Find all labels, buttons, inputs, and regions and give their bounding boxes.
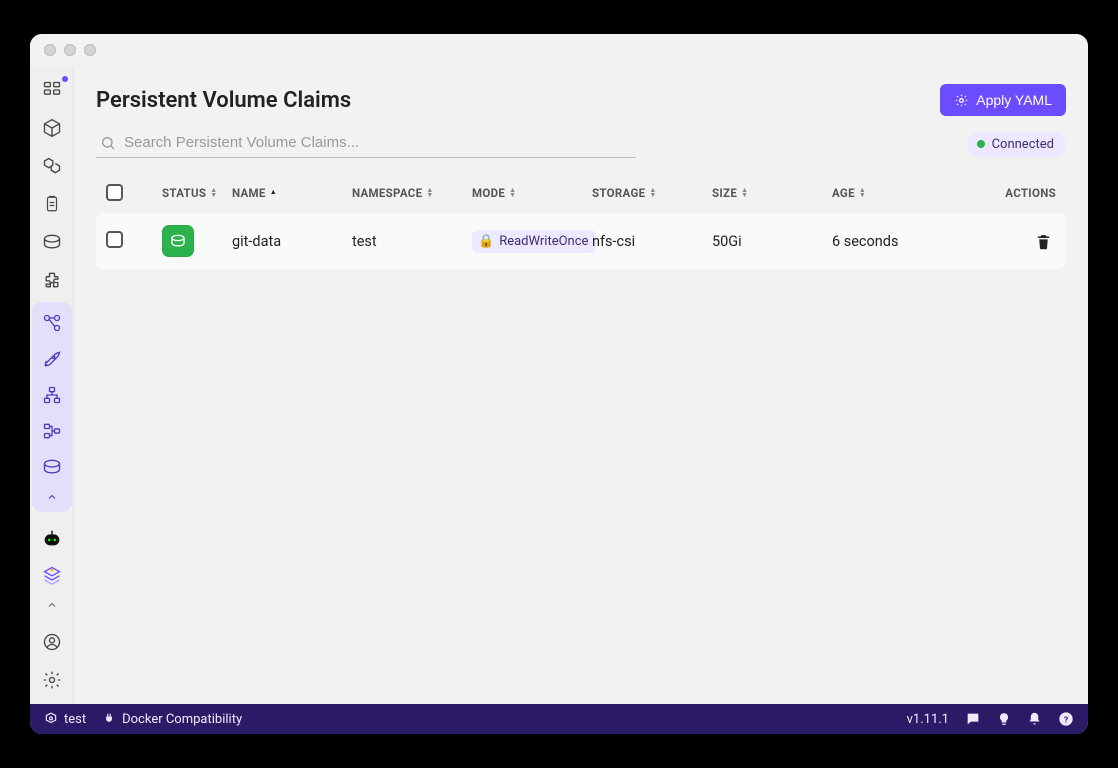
pvc-table: STATUS ▲▼ NAME ▲ NAMESPACE ▲▼ MODE ▲▼ <box>96 176 1066 269</box>
row-name: git-data <box>232 233 352 250</box>
page-header: Persistent Volume Claims Apply YAML <box>96 84 1066 116</box>
mode-badge: 🔒 ReadWriteOnce <box>472 230 596 253</box>
clipboard-icon[interactable] <box>34 186 70 222</box>
row-status <box>162 225 232 257</box>
sort-icon: ▲▼ <box>210 188 217 198</box>
col-mode[interactable]: MODE ▲▼ <box>472 186 592 200</box>
sort-icon: ▲▼ <box>741 188 748 198</box>
delete-button[interactable] <box>1031 229 1056 254</box>
search-field[interactable] <box>96 130 636 158</box>
col-name[interactable]: NAME ▲ <box>232 186 352 200</box>
trash-icon <box>1035 233 1052 250</box>
row-namespace: test <box>352 233 472 250</box>
row-size: 50Gi <box>712 233 832 250</box>
sort-icon: ▲▼ <box>859 188 866 198</box>
sort-asc-icon: ▲ <box>270 190 277 195</box>
app-body: Persistent Volume Claims Apply YAML Conn… <box>30 66 1088 704</box>
cube-icon[interactable] <box>34 110 70 146</box>
app-window: Persistent Volume Claims Apply YAML Conn… <box>30 34 1088 734</box>
window-minimize-icon[interactable] <box>64 44 76 56</box>
status-bound-icon <box>162 225 194 257</box>
chat-icon[interactable] <box>965 711 981 727</box>
dashboard-icon[interactable] <box>34 72 70 108</box>
col-storage[interactable]: STORAGE ▲▼ <box>592 186 712 200</box>
apply-yaml-button[interactable]: Apply YAML <box>940 84 1066 116</box>
row-age: 6 seconds <box>832 233 976 250</box>
window-zoom-icon[interactable] <box>84 44 96 56</box>
lightbulb-icon[interactable] <box>997 711 1011 727</box>
account-icon[interactable] <box>34 624 70 660</box>
col-namespace[interactable]: NAMESPACE ▲▼ <box>352 186 472 200</box>
kubernetes-icon <box>44 712 58 726</box>
row-actions <box>976 229 1056 254</box>
sidebar <box>30 66 74 704</box>
docker-compat-label: Docker Compatibility <box>122 712 242 727</box>
connection-status-label: Connected <box>992 137 1054 152</box>
sort-icon: ▲▼ <box>509 188 516 198</box>
sort-icon: ▲▼ <box>426 188 433 198</box>
row-select <box>106 231 162 252</box>
search-input[interactable] <box>124 134 632 151</box>
nodes-icon[interactable] <box>34 378 70 412</box>
storage-icon[interactable] <box>34 450 70 484</box>
main-content: Persistent Volume Claims Apply YAML Conn… <box>74 66 1088 704</box>
context-indicator[interactable]: test <box>44 712 86 727</box>
toolbar: Connected <box>96 130 1066 158</box>
col-actions: ACTIONS <box>976 186 1056 200</box>
select-all-header <box>106 184 162 201</box>
gear-small-icon <box>954 93 969 108</box>
col-status[interactable]: STATUS ▲▼ <box>162 186 232 200</box>
col-size[interactable]: SIZE ▲▼ <box>712 186 832 200</box>
plug-icon <box>102 712 116 726</box>
statusbar: test Docker Compatibility v1.11.1 ? <box>30 704 1088 734</box>
window-close-icon[interactable] <box>44 44 56 56</box>
apply-yaml-label: Apply YAML <box>976 92 1052 108</box>
lock-icon: 🔒 <box>478 234 494 249</box>
titlebar <box>30 34 1088 66</box>
collapse-group-icon[interactable] <box>32 486 72 508</box>
version-label: v1.11.1 <box>907 712 949 727</box>
col-age[interactable]: AGE ▲▼ <box>832 186 976 200</box>
row-mode: 🔒 ReadWriteOnce <box>472 230 592 253</box>
disk-icon[interactable] <box>34 224 70 260</box>
rocket-icon[interactable] <box>34 342 70 376</box>
sidebar-group-networking <box>32 302 72 512</box>
collapse-group-icon[interactable] <box>32 594 72 616</box>
network-icon[interactable] <box>34 306 70 340</box>
row-storage: nfs-csi <box>592 233 712 250</box>
sort-icon: ▲▼ <box>649 188 656 198</box>
help-icon[interactable]: ? <box>1058 711 1074 727</box>
bell-icon[interactable] <box>1027 711 1042 727</box>
table-header: STATUS ▲▼ NAME ▲ NAMESPACE ▲▼ MODE ▲▼ <box>96 176 1066 209</box>
robot-icon[interactable] <box>34 522 70 556</box>
table-row[interactable]: git-data test 🔒 ReadWriteOnce nfs-csi 50… <box>96 213 1066 269</box>
containers-icon[interactable] <box>34 148 70 184</box>
search-icon <box>100 135 116 151</box>
context-name: test <box>64 712 86 727</box>
topology-icon[interactable] <box>34 414 70 448</box>
docker-compat-indicator[interactable]: Docker Compatibility <box>102 712 242 727</box>
sidebar-group-extensions <box>32 518 72 620</box>
puzzle-icon[interactable] <box>34 262 70 298</box>
layers-icon[interactable] <box>34 558 70 592</box>
svg-text:?: ? <box>1064 715 1068 725</box>
select-all-checkbox[interactable] <box>106 184 123 201</box>
status-dot-icon <box>977 140 985 148</box>
connection-status: Connected <box>967 132 1066 157</box>
settings-icon[interactable] <box>34 662 70 698</box>
row-checkbox[interactable] <box>106 231 123 248</box>
page-title: Persistent Volume Claims <box>96 88 351 113</box>
